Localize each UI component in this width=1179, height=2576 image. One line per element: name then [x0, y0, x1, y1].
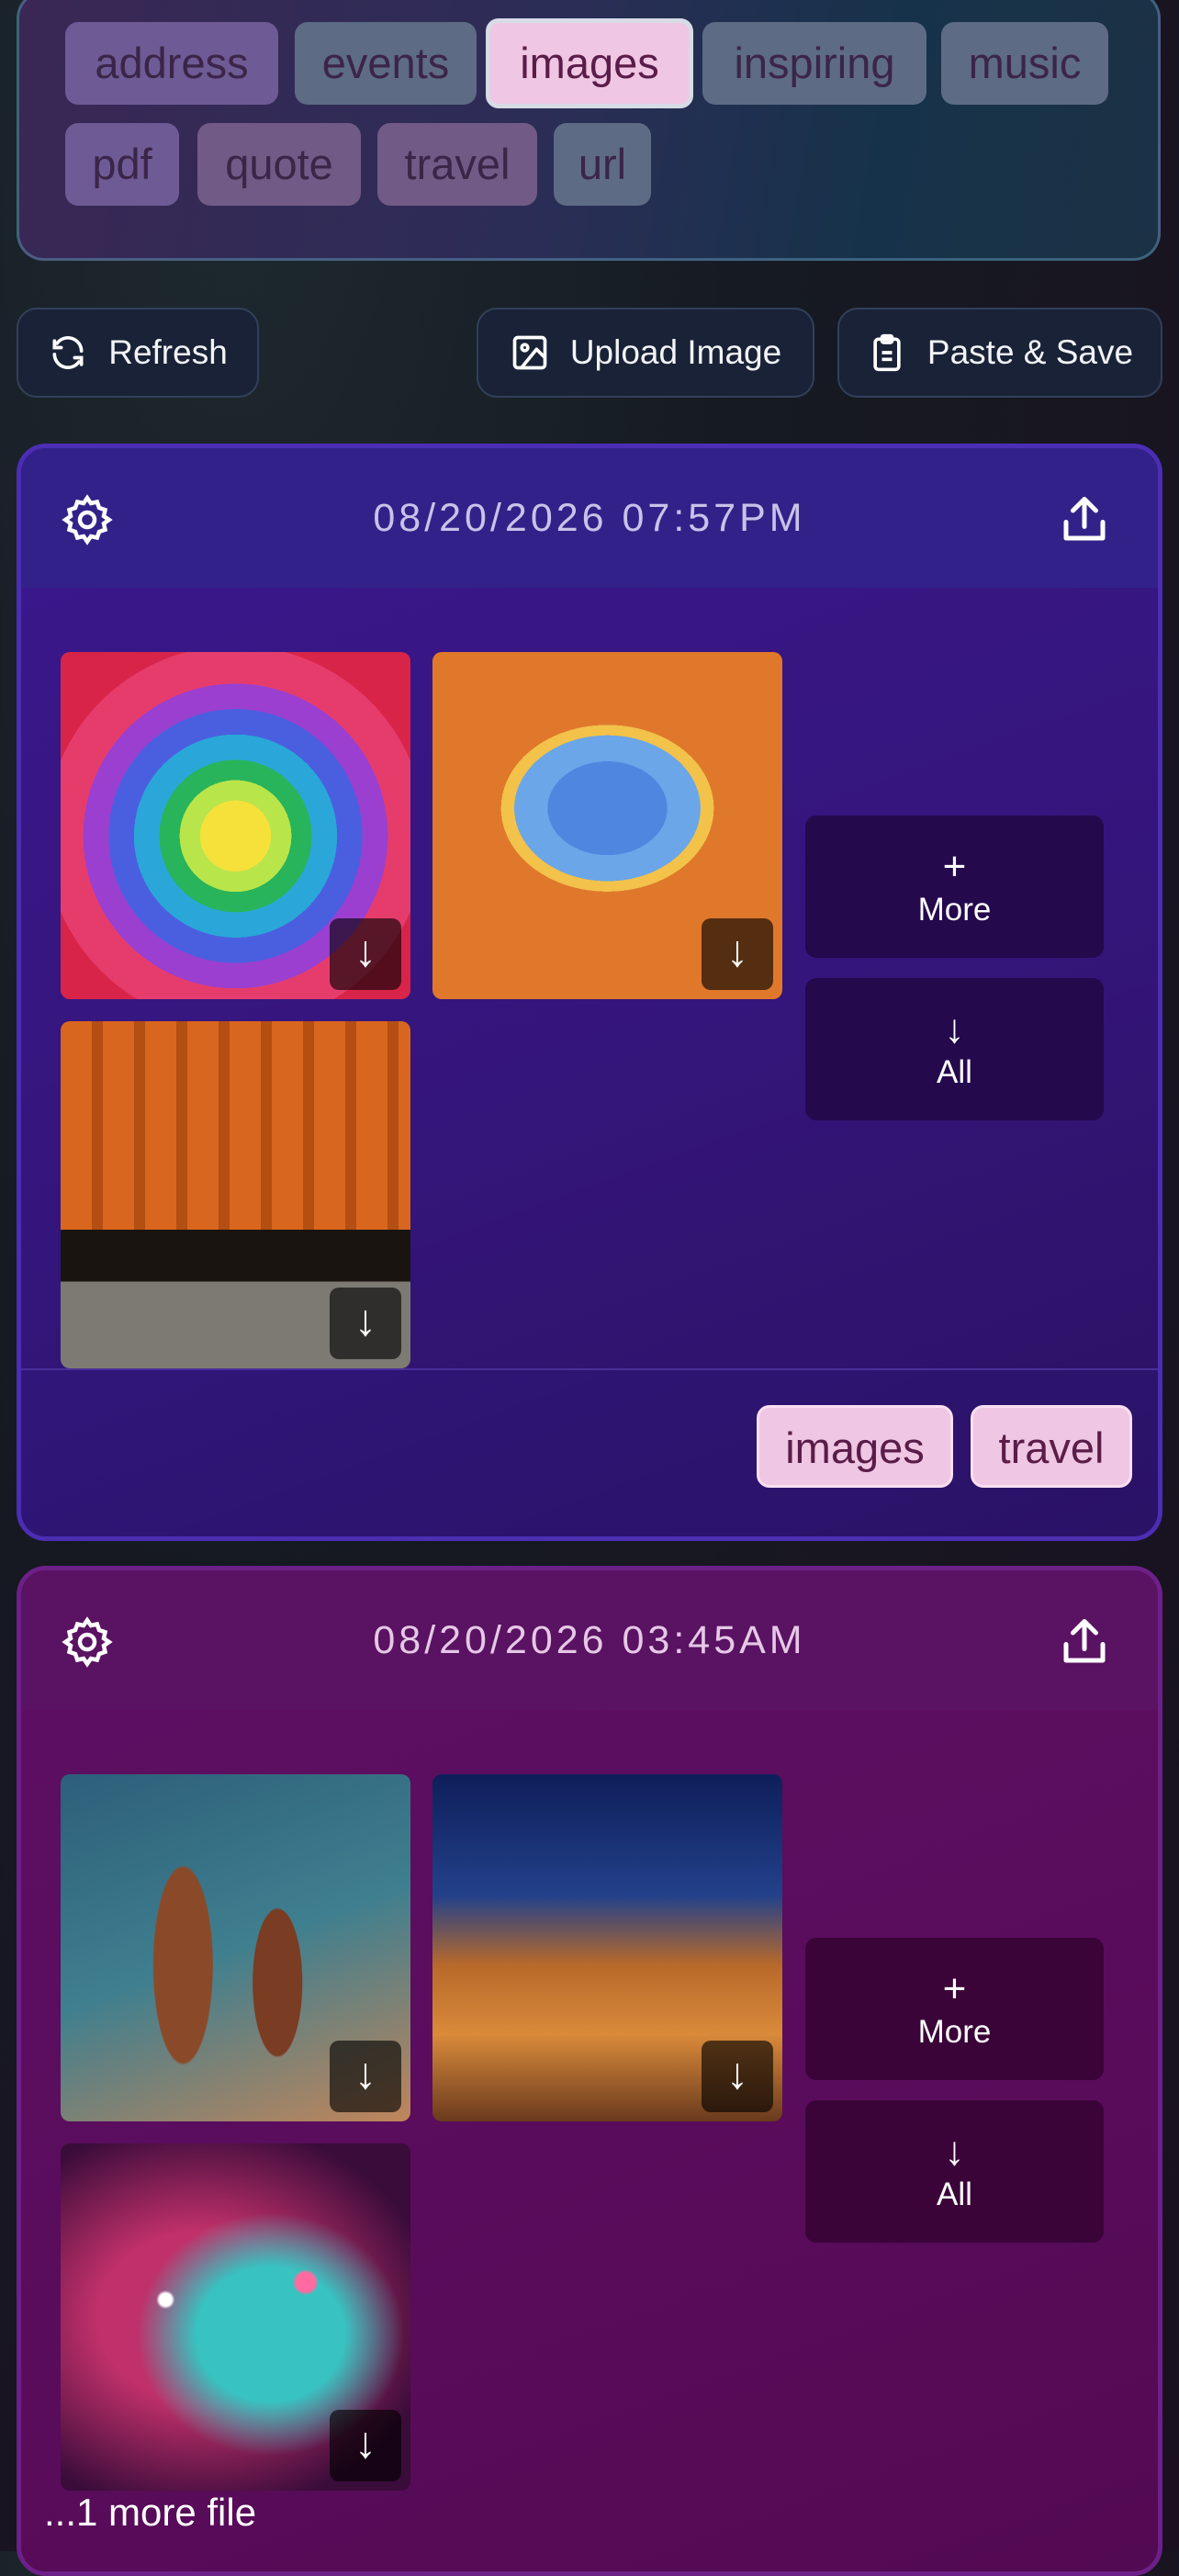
- image-icon: [512, 335, 547, 370]
- download-icon[interactable]: ↓: [330, 2410, 401, 2481]
- image-thumbnail[interactable]: ↓: [61, 1021, 410, 1368]
- more-button[interactable]: + More: [805, 1938, 1104, 2080]
- image-thumbnail[interactable]: ↓: [61, 652, 410, 999]
- download-icon[interactable]: ↓: [702, 2041, 773, 2112]
- refresh-label: Refresh: [108, 333, 228, 371]
- card-tag-images[interactable]: images: [757, 1405, 953, 1488]
- paste-save-button[interactable]: Paste & Save: [837, 308, 1162, 398]
- download-all-button[interactable]: ↓ All: [805, 978, 1104, 1120]
- tag-travel[interactable]: travel: [377, 123, 537, 206]
- tag-url[interactable]: url: [554, 123, 651, 206]
- share-icon[interactable]: [1057, 1614, 1112, 1670]
- gear-icon[interactable]: [60, 1614, 115, 1670]
- card-footer: images travel: [21, 1368, 1158, 1536]
- more-files-link[interactable]: ...1 more file: [44, 2491, 256, 2535]
- paste-save-label: Paste & Save: [926, 333, 1134, 371]
- share-icon[interactable]: [1057, 492, 1112, 547]
- upload-image-label: Upload Image: [569, 333, 782, 371]
- card-tag-travel[interactable]: travel: [971, 1405, 1132, 1488]
- download-icon[interactable]: ↓: [330, 1288, 401, 1359]
- plus-icon: +: [942, 1965, 967, 2011]
- refresh-button[interactable]: Refresh: [17, 308, 259, 398]
- card-header: 08/20/2026 07:57PM: [21, 448, 1158, 588]
- tag-quote[interactable]: quote: [197, 123, 361, 206]
- upload-image-button[interactable]: Upload Image: [477, 308, 814, 398]
- card-timestamp: 08/20/2026 07:57PM: [373, 495, 806, 540]
- tag-music[interactable]: music: [941, 22, 1108, 105]
- tag-pdf[interactable]: pdf: [65, 123, 179, 206]
- tag-images[interactable]: images: [486, 18, 693, 108]
- image-thumbnail[interactable]: ↓: [432, 652, 782, 999]
- download-icon[interactable]: ↓: [330, 918, 401, 990]
- card-header: 08/20/2026 03:45AM: [21, 1570, 1158, 1710]
- tag-filter-bar: address events images inspiring music pd…: [17, 0, 1161, 261]
- card-body: ↓ ↓ ↓ + More ↓ All: [21, 588, 1158, 1368]
- download-all-button[interactable]: ↓ All: [805, 2100, 1104, 2243]
- all-label: All: [937, 2176, 972, 2212]
- all-label: All: [937, 1053, 972, 1090]
- more-label: More: [917, 2013, 992, 2050]
- refresh-icon: [52, 336, 84, 369]
- plus-icon: +: [942, 843, 967, 889]
- image-thumbnail[interactable]: ↓: [432, 1774, 782, 2121]
- image-thumbnail[interactable]: ↓: [61, 2143, 410, 2491]
- tag-events[interactable]: events: [295, 22, 477, 105]
- tag-address[interactable]: address: [65, 22, 278, 105]
- tag-inspiring[interactable]: inspiring: [702, 22, 926, 105]
- arrow-down-icon: ↓: [944, 2128, 965, 2174]
- clip-card: 08/20/2026 07:57PM ↓ ↓ ↓ + More ↓ All im…: [17, 444, 1162, 1541]
- download-icon[interactable]: ↓: [702, 918, 773, 990]
- more-button[interactable]: + More: [805, 816, 1104, 958]
- image-thumbnail[interactable]: ↓: [61, 1774, 410, 2121]
- clipboard-icon: [873, 333, 901, 372]
- arrow-down-icon: ↓: [944, 1006, 965, 1052]
- clip-card: 08/20/2026 03:45AM ↓ ↓ ↓ + More ↓ All: [17, 1566, 1162, 2576]
- more-label: More: [917, 891, 992, 928]
- card-body: ↓ ↓ ↓ + More ↓ All: [21, 1710, 1158, 2571]
- gear-icon[interactable]: [60, 492, 115, 547]
- card-timestamp: 08/20/2026 03:45AM: [373, 1617, 806, 1662]
- download-icon[interactable]: ↓: [330, 2041, 401, 2112]
